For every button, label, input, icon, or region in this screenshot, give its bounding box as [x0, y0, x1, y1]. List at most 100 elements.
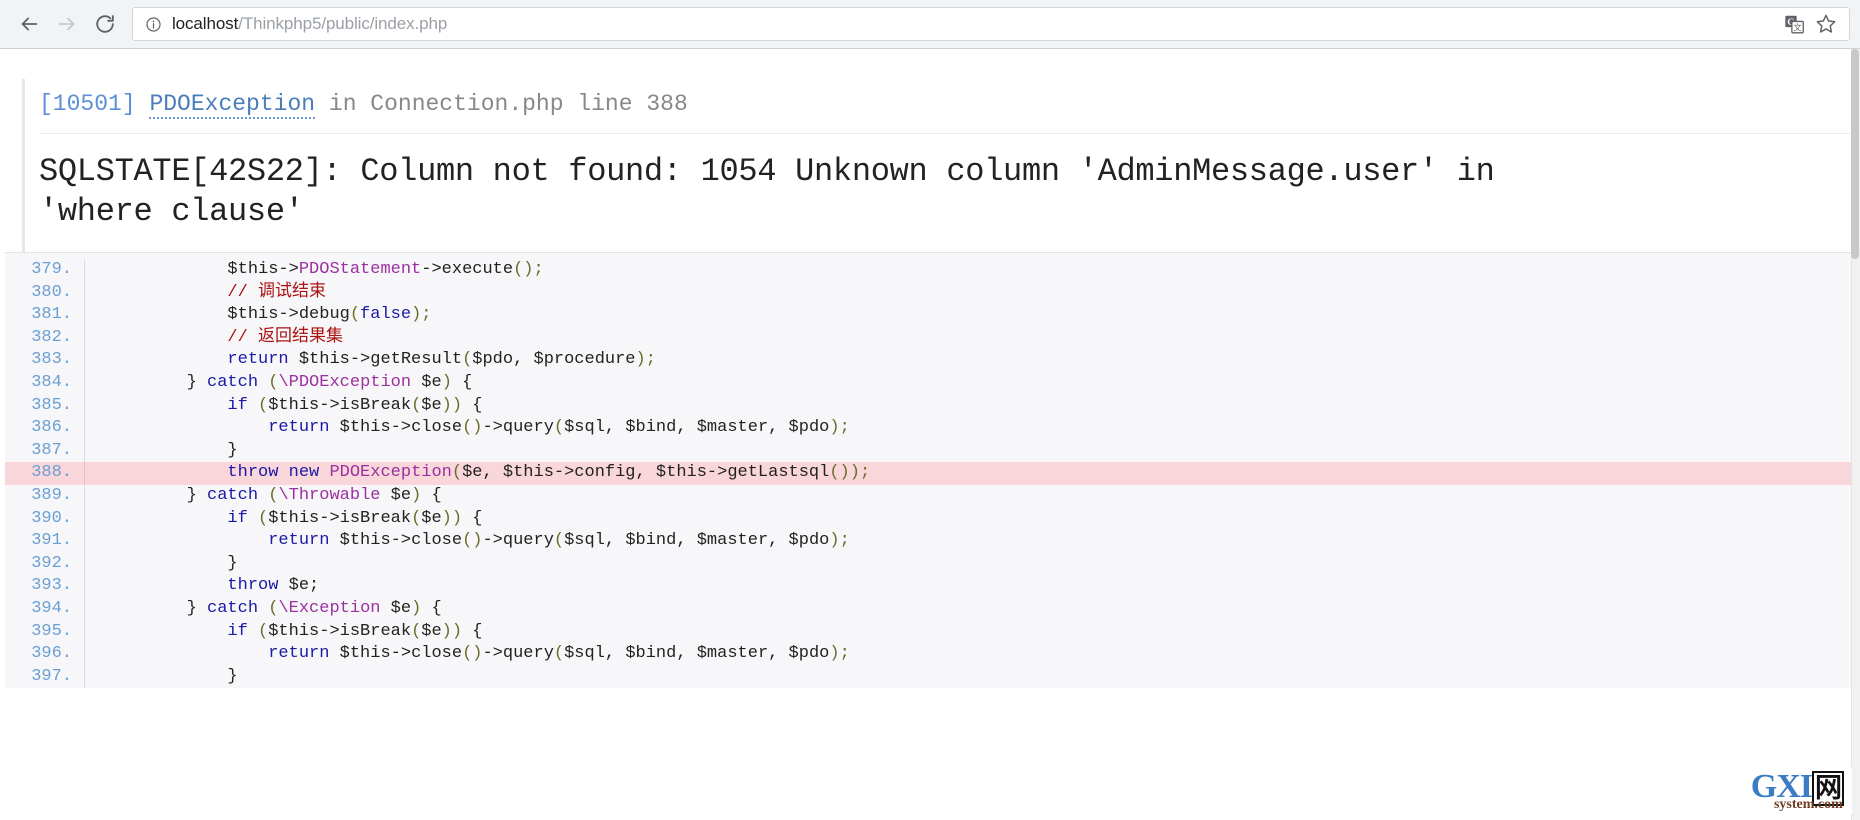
code-token: $sql, $bind, $master, $pdo — [564, 644, 830, 664]
line-number: 380. — [5, 281, 85, 305]
site-info-icon[interactable] — [145, 16, 162, 33]
code-line: 379. $this->PDOStatement->execute(); — [5, 259, 1860, 282]
page-scrollbar-thumb[interactable] — [1851, 49, 1859, 259]
code-token: false — [360, 305, 412, 325]
watermark-brand: GXI 网 — [1750, 768, 1844, 806]
code-token: ) — [441, 372, 452, 392]
line-source: if ($this->isBreak($e)) { — [85, 621, 482, 644]
line-number: 381. — [5, 304, 85, 327]
code-line: 383. return $this->getResult($pdo, $proc… — [5, 349, 1860, 372]
code-token: $this->getResult — [288, 350, 463, 370]
code-token: ) — [829, 644, 840, 664]
code-token: return — [268, 418, 330, 438]
watermark-g: G — [1750, 768, 1777, 805]
code-token: $this-> — [227, 260, 299, 279]
line-number: 392. — [5, 552, 85, 576]
reload-button[interactable] — [86, 5, 124, 43]
code-token: ( — [247, 621, 269, 641]
bookmark-star-icon[interactable] — [1813, 11, 1839, 37]
code-token: return — [268, 644, 330, 664]
line-number: 395. — [5, 620, 85, 644]
line-source: } — [85, 553, 237, 576]
source-code-viewer[interactable]: 379. $this->PDOStatement->execute(); 380.… — [5, 252, 1860, 689]
line-source: return $this->close()->query($sql, $bind… — [85, 643, 850, 666]
code-token: // 调试结束 — [227, 282, 327, 302]
code-token: ( — [258, 372, 279, 392]
code-token: // 返回结果集 — [227, 327, 344, 347]
line-number: 390. — [5, 507, 85, 531]
forward-button[interactable] — [48, 5, 86, 43]
code-token: () — [462, 418, 483, 438]
code-token: )) — [441, 508, 463, 528]
code-token: ) — [829, 531, 840, 551]
watermark-cn: 网 — [1812, 771, 1844, 806]
code-line: 384. } catch (\PDOException $e) { — [5, 371, 1860, 395]
code-token: ( — [411, 395, 422, 415]
code-token: throw new — [227, 463, 320, 483]
code-line: 385. if ($this->isBreak($e)) { — [5, 394, 1860, 418]
code-line-highlighted: 388. throw new PDOException($e, $this->c… — [5, 462, 1860, 485]
line-source: return $this->close()->query($sql, $bind… — [85, 417, 850, 440]
line-source: } — [85, 666, 237, 689]
line-source: $this->PDOStatement->execute(); — [85, 259, 543, 282]
code-token: catch — [207, 598, 259, 618]
code-line: 380. // 调试结束 — [5, 281, 1860, 305]
code-line: 394. } catch (\Exception $e) { — [5, 597, 1860, 621]
watermark-domain: system.com — [1773, 797, 1843, 812]
code-token: $e — [380, 485, 412, 505]
code-token: ; — [421, 305, 432, 325]
code-line: 395. if ($this->isBreak($e)) { — [5, 620, 1860, 644]
code-line: 391. return $this->close()->query($sql, … — [5, 530, 1860, 553]
back-button[interactable] — [10, 5, 48, 43]
watermark-xi: XI — [1776, 768, 1813, 805]
code-line: 382. // 返回结果集 — [5, 326, 1860, 350]
code-token: $e — [411, 372, 442, 392]
code-line: 393. throw $e; — [5, 575, 1860, 598]
exception-message: SQLSTATE[42S22]: Column not found: 1054 … — [39, 134, 1860, 252]
code-token: } — [105, 440, 238, 460]
code-token: $sql, $bind, $master, $pdo — [564, 531, 830, 551]
exception-header: [10501] PDOException in Connection.php l… — [39, 79, 1860, 134]
exception-code: [10501] — [39, 91, 136, 117]
code-token: return — [268, 531, 330, 551]
code-line: 381. $this->debug(false); — [5, 304, 1860, 327]
code-token: () — [462, 644, 483, 664]
code-token: ( — [411, 508, 422, 528]
line-source: if ($this->isBreak($e)) { — [85, 508, 482, 531]
code-token: } — [105, 485, 208, 505]
translate-icon[interactable]: G 文 — [1781, 11, 1807, 37]
code-token: ( — [247, 508, 269, 528]
code-token: $this->isBreak — [268, 508, 412, 528]
url-text[interactable]: localhost/Thinkphp5/public/index.php — [172, 14, 1775, 34]
line-number: 394. — [5, 597, 85, 621]
exception-class-link[interactable]: PDOException — [149, 91, 316, 119]
code-token: ( — [451, 463, 463, 483]
address-bar[interactable]: localhost/Thinkphp5/public/index.php G 文 — [132, 7, 1850, 41]
page-scrollbar-track[interactable] — [1851, 49, 1860, 820]
line-number: 384. — [5, 371, 85, 395]
line-number: 379. — [5, 259, 85, 282]
code-token: ( — [258, 485, 279, 505]
code-token: ( — [553, 531, 565, 551]
code-token: $e — [380, 598, 412, 618]
code-token: ; — [645, 350, 656, 370]
code-token: ( — [553, 644, 565, 664]
line-source: } catch (\PDOException $e) { — [85, 372, 473, 395]
code-token: $e — [421, 395, 442, 415]
code-line: 387. } — [5, 439, 1860, 463]
code-token: $pdo, $procedure — [472, 350, 636, 370]
code-token: ( — [462, 350, 473, 370]
code-token: { — [462, 395, 483, 415]
exception-message-line-1: SQLSTATE[42S22]: Column not found: 1054 … — [39, 153, 1495, 190]
code-token: } — [105, 372, 208, 392]
line-source: } catch (\Throwable $e) { — [85, 485, 442, 508]
line-source: throw new PDOException($e, $this->config… — [85, 462, 870, 485]
line-number: 393. — [5, 575, 85, 598]
code-line: 396. return $this->close()->query($sql, … — [5, 643, 1860, 666]
exception-block: [10501] PDOException in Connection.php l… — [22, 79, 1860, 252]
